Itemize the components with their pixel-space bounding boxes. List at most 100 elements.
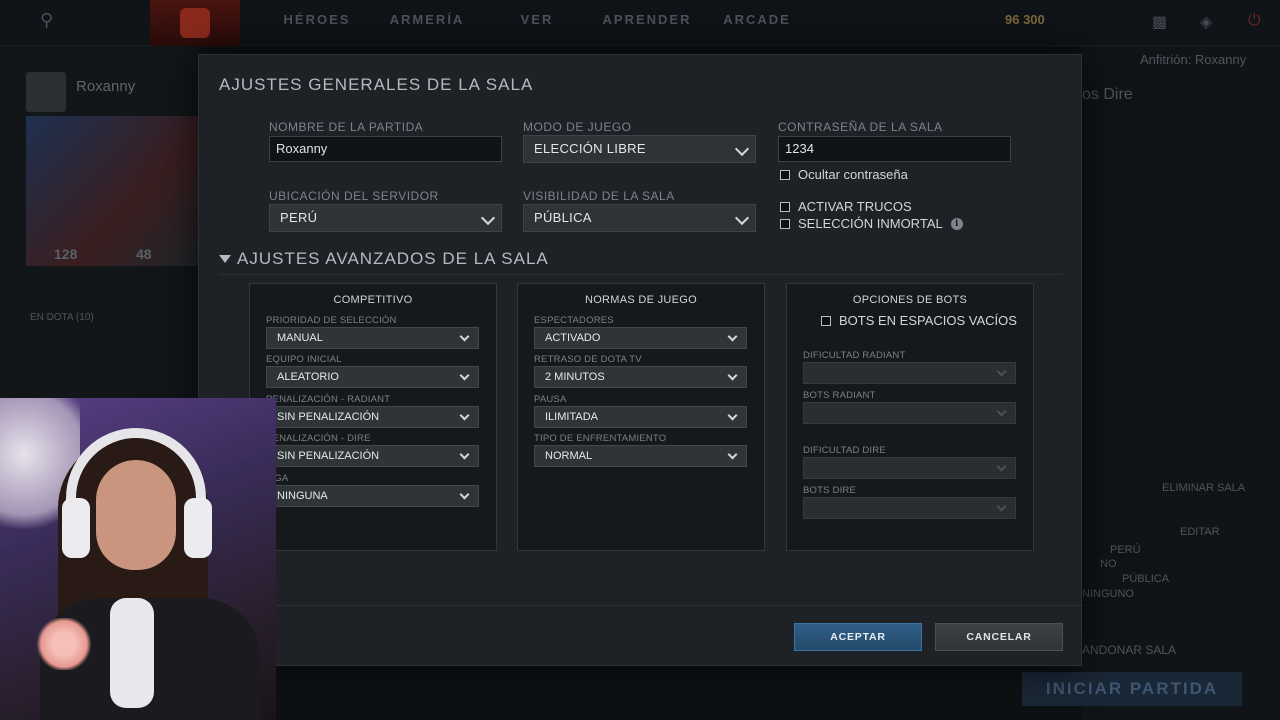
pick-priority-label: PRIORIDAD DE SELECCIÓN bbox=[266, 315, 397, 326]
chevron-down-icon bbox=[734, 141, 750, 157]
dire-bots-select[interactable] bbox=[803, 497, 1016, 519]
visibility-label: VISIBILIDAD DE LA SALA bbox=[523, 189, 675, 203]
dire-difficulty-select[interactable] bbox=[803, 457, 1016, 479]
nav-armory[interactable]: ARMERÍA bbox=[372, 0, 482, 46]
nav-arcade[interactable]: ARCADE bbox=[702, 0, 812, 46]
stat-value: 128 bbox=[54, 246, 78, 262]
chevron-down-icon bbox=[734, 210, 750, 226]
summary-cheats: NO bbox=[1100, 558, 1117, 570]
edit-link[interactable]: EDITAR bbox=[1180, 526, 1220, 538]
dotatv-delay-select[interactable]: 2 MINUTOS bbox=[534, 366, 747, 388]
fill-bots-label: BOTS EN ESPACIOS VACÍOS bbox=[839, 313, 1017, 328]
triangle-down-icon bbox=[219, 255, 231, 263]
series-type-label: TIPO DE ENFRENTAMIENTO bbox=[534, 433, 667, 444]
delete-lobby-link[interactable]: ELIMINAR SALA bbox=[1162, 482, 1245, 494]
radiant-penalty-value: SIN PENALIZACIÓN bbox=[277, 411, 380, 423]
chevron-down-icon bbox=[996, 406, 1007, 417]
radiant-difficulty-select[interactable] bbox=[803, 362, 1016, 384]
chevron-down-icon bbox=[727, 331, 738, 342]
game-name-input[interactable]: Roxanny bbox=[269, 136, 502, 162]
leave-lobby-link[interactable]: ANDONAR SALA bbox=[1082, 643, 1176, 657]
immortal-pick-checkbox[interactable]: SELECCIÓN INMORTAL i bbox=[780, 216, 963, 231]
chevron-down-icon bbox=[459, 449, 470, 460]
chevron-down-icon bbox=[727, 410, 738, 421]
dotatv-delay-value: 2 MINUTOS bbox=[545, 371, 605, 383]
chevron-down-icon bbox=[459, 410, 470, 421]
dire-penalty-label: PENALIZACIÓN - DIRE bbox=[266, 433, 371, 444]
friends-in-dota[interactable]: EN DOTA (10) bbox=[30, 312, 94, 323]
chevron-down-icon bbox=[727, 370, 738, 381]
password-input[interactable]: 1234 bbox=[778, 136, 1011, 162]
game-mode-select[interactable]: ELECCIÓN LIBRE bbox=[523, 135, 756, 163]
visibility-value: PÚBLICA bbox=[534, 210, 592, 225]
radiant-penalty-select[interactable]: SIN PENALIZACIÓN bbox=[266, 406, 479, 428]
competitive-panel: COMPETITIVO PRIORIDAD DE SELECCIÓN MANUA… bbox=[249, 283, 497, 551]
pause-label: PAUSA bbox=[534, 394, 567, 405]
chevron-down-icon bbox=[996, 461, 1007, 472]
server-location-label: UBICACIÓN DEL SERVIDOR bbox=[269, 189, 439, 203]
radiant-difficulty-label: DIFICULTAD RADIANT bbox=[803, 350, 906, 361]
dire-penalty-select[interactable]: SIN PENALIZACIÓN bbox=[266, 445, 479, 467]
chevron-down-icon bbox=[459, 489, 470, 500]
series-type-select[interactable]: NORMAL bbox=[534, 445, 747, 467]
info-icon[interactable]: i bbox=[950, 217, 963, 230]
shield-icon[interactable]: ◈ bbox=[1200, 12, 1220, 32]
chevron-down-icon bbox=[996, 366, 1007, 377]
avatar[interactable] bbox=[26, 72, 66, 112]
pick-priority-select[interactable]: MANUAL bbox=[266, 327, 479, 349]
starting-team-label: EQUIPO INICIAL bbox=[266, 354, 342, 365]
bot-options-panel: OPCIONES DE BOTS BOTS EN ESPACIOS VACÍOS… bbox=[786, 283, 1034, 551]
nav-heroes[interactable]: HÉROES bbox=[262, 0, 372, 46]
league-select[interactable]: NINGUNA bbox=[266, 485, 479, 507]
radiant-bots-label: BOTS RADIANT bbox=[803, 390, 876, 401]
main-nav: HÉROES ARMERÍA VER APRENDER ARCADE bbox=[262, 0, 812, 46]
advanced-settings-toggle[interactable]: AJUSTES AVANZADOS DE LA SALA bbox=[219, 249, 549, 269]
game-mode-label: MODO DE JUEGO bbox=[523, 120, 632, 134]
checkbox-icon bbox=[780, 218, 790, 229]
starting-team-value: ALEATORIO bbox=[277, 371, 339, 383]
stats-icon[interactable]: ▩ bbox=[1152, 12, 1172, 32]
summary-league: NINGUNO bbox=[1082, 588, 1134, 600]
game-mode-value: ELECCIÓN LIBRE bbox=[534, 141, 646, 156]
search-icon[interactable]: ⚲ bbox=[40, 10, 66, 36]
server-location-select[interactable]: PERÚ bbox=[269, 204, 502, 232]
fill-bots-checkbox[interactable]: BOTS EN ESPACIOS VACÍOS bbox=[821, 313, 1017, 328]
accept-button[interactable]: ACEPTAR bbox=[794, 623, 922, 651]
dota-logo[interactable] bbox=[150, 0, 240, 46]
cancel-button[interactable]: CANCELAR bbox=[935, 623, 1063, 651]
power-icon[interactable]: ⏻ bbox=[1248, 12, 1268, 32]
advanced-settings-title: AJUSTES AVANZADOS DE LA SALA bbox=[237, 249, 549, 268]
hide-password-checkbox[interactable]: Ocultar contraseña bbox=[780, 167, 908, 182]
starting-team-select[interactable]: ALEATORIO bbox=[266, 366, 479, 388]
visibility-select[interactable]: PÚBLICA bbox=[523, 204, 756, 232]
nav-learn[interactable]: APRENDER bbox=[592, 0, 702, 46]
game-name-label: NOMBRE DE LA PARTIDA bbox=[269, 120, 424, 134]
dire-bots-label: BOTS DIRE bbox=[803, 485, 857, 496]
panel-title: COMPETITIVO bbox=[333, 294, 413, 306]
team-dire-label: os Dire bbox=[1082, 86, 1133, 103]
stat-value: 48 bbox=[136, 246, 152, 262]
dire-difficulty-label: DIFICULTAD DIRE bbox=[803, 445, 886, 456]
flower-decoration bbox=[36, 618, 92, 670]
chevron-down-icon bbox=[480, 210, 496, 226]
nav-watch[interactable]: VER bbox=[482, 0, 592, 46]
server-location-value: PERÚ bbox=[280, 210, 318, 225]
radiant-bots-select[interactable] bbox=[803, 402, 1016, 424]
lobby-sidebar: Anfitrión: Roxanny os Dire ELIMINAR SALA… bbox=[1022, 46, 1280, 720]
chevron-down-icon bbox=[459, 370, 470, 381]
hero-portrait bbox=[26, 116, 198, 266]
pause-value: ILIMITADA bbox=[545, 411, 598, 423]
start-game-button[interactable]: INICIAR PARTIDA bbox=[1022, 672, 1242, 706]
spectators-select[interactable]: ACTIVADO bbox=[534, 327, 747, 349]
player-name: Roxanny bbox=[76, 78, 136, 95]
enable-cheats-checkbox[interactable]: ACTIVAR TRUCOS bbox=[780, 199, 912, 214]
game-rules-panel: NORMAS DE JUEGO ESPECTADORES ACTIVADO RE… bbox=[517, 283, 765, 551]
checkbox-icon bbox=[780, 201, 790, 212]
pause-select[interactable]: ILIMITADA bbox=[534, 406, 747, 428]
spectators-label: ESPECTADORES bbox=[534, 315, 614, 326]
enable-cheats-label: ACTIVAR TRUCOS bbox=[798, 199, 912, 214]
hide-password-label: Ocultar contraseña bbox=[798, 167, 908, 182]
league-value: NINGUNA bbox=[277, 490, 328, 502]
currency-display: 96 300 bbox=[1005, 12, 1045, 27]
series-type-value: NORMAL bbox=[545, 450, 593, 462]
